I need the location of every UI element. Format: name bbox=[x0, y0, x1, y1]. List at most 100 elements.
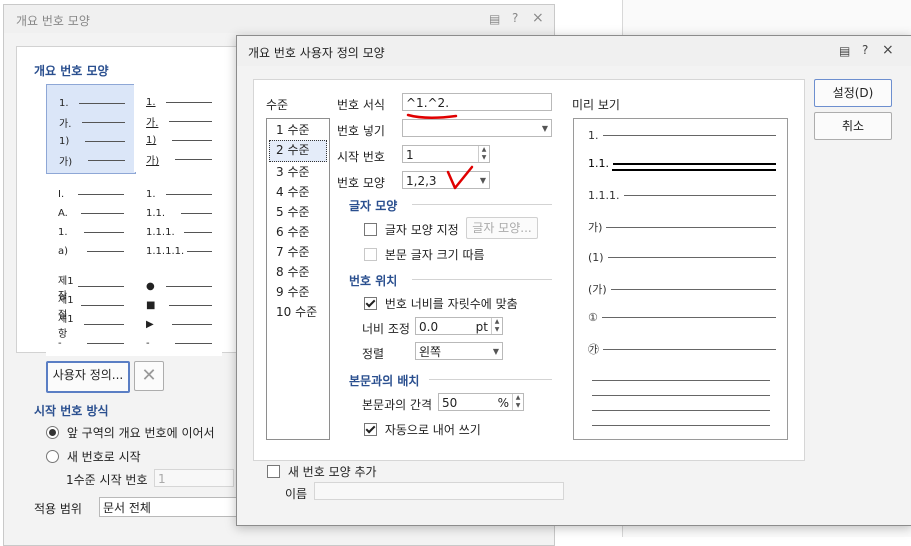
preset-1[interactable]: 1. 가. 1) 가) bbox=[46, 84, 136, 174]
preset-3[interactable]: I. A. 1. a) bbox=[46, 176, 134, 264]
preset-line bbox=[166, 286, 212, 287]
preview-line bbox=[592, 425, 770, 426]
preset-row: a) bbox=[58, 245, 124, 258]
level1-start-label: 1수준 시작 번호 bbox=[66, 473, 148, 487]
number-insert-select[interactable]: ▼ bbox=[402, 119, 552, 137]
char-shape-button[interactable]: 글자 모양... bbox=[466, 217, 538, 239]
preview-line bbox=[603, 348, 776, 350]
spinner-icon[interactable]: ▲ ▼ bbox=[512, 394, 523, 410]
parent-menu-icon[interactable]: ▤ bbox=[489, 12, 500, 26]
dialog-close-icon[interactable]: × bbox=[882, 42, 894, 58]
preset-row-label: 1. bbox=[146, 97, 156, 108]
name-input[interactable] bbox=[314, 482, 564, 500]
apply-range-label: 적용 범위 bbox=[34, 502, 82, 516]
preset-2[interactable]: 1. 가. 1) 가) bbox=[134, 84, 222, 172]
chevron-down-icon: ▼ bbox=[541, 124, 548, 133]
cancel-button[interactable]: 취소 bbox=[814, 112, 892, 140]
ok-button[interactable]: 설정(D) bbox=[814, 79, 892, 107]
preset-row: 1.1.1. bbox=[146, 226, 212, 239]
level-item[interactable]: 7 수준 bbox=[267, 242, 329, 262]
level-item[interactable]: 4 수준 bbox=[267, 182, 329, 202]
preset-section-title: 개요 번호 모양 bbox=[34, 64, 109, 78]
apply-range-value: 문서 전체 bbox=[103, 501, 151, 515]
preview-row-label: (1) bbox=[588, 251, 604, 264]
delete-icon[interactable]: ✕ bbox=[134, 361, 164, 391]
preview-line bbox=[592, 395, 770, 396]
preview-row: 1.1. bbox=[588, 157, 776, 171]
char-shape-checkbox[interactable] bbox=[364, 223, 377, 236]
level-item[interactable]: 5 수준 bbox=[267, 202, 329, 222]
preview-row-label: ㉮ bbox=[588, 343, 599, 356]
custom-define-button[interactable]: 사용자 정의... bbox=[46, 361, 130, 393]
level-list[interactable]: 1 수준 2 수준 3 수준 4 수준 5 수준 6 수준 7 수준 8 수준 9 수준 10 수… bbox=[266, 118, 330, 440]
preset-line bbox=[82, 122, 125, 123]
preset-line bbox=[79, 103, 125, 104]
preset-row: 가) bbox=[59, 154, 125, 168]
level-item[interactable]: 9 수준 bbox=[267, 282, 329, 302]
spinner-icon[interactable]: ▲ ▼ bbox=[491, 318, 502, 334]
width-adjust-input[interactable]: 0.0 pt ▲ ▼ bbox=[415, 317, 503, 335]
preset-line bbox=[175, 159, 212, 160]
add-new-shape-check[interactable]: 새 번호 모양 추가 bbox=[267, 463, 377, 480]
preview-row-label: 1. bbox=[588, 129, 599, 142]
preview-line bbox=[613, 162, 776, 165]
parent-help-icon[interactable]: ? bbox=[512, 11, 518, 25]
dialog-menu-icon[interactable]: ▤ bbox=[839, 44, 850, 58]
radio-continue[interactable]: 앞 구역의 개요 번호에 이어서 bbox=[46, 424, 215, 441]
align-label: 정렬 bbox=[362, 347, 385, 361]
number-shape-value: 1,2,3 bbox=[406, 174, 437, 188]
preset-row-label: 가) bbox=[146, 156, 160, 167]
spinner-icon[interactable]: ▲ ▼ bbox=[478, 146, 489, 162]
preset-row-label: A. bbox=[58, 208, 68, 219]
radio-new[interactable]: 새 번호로 시작 bbox=[46, 448, 141, 465]
dialog-titlebar: 개요 번호 사용자 정의 모양 ▤ ? × bbox=[237, 36, 911, 66]
char-shape-check[interactable]: 글자 모양 지정 bbox=[364, 221, 459, 238]
preset-line bbox=[84, 324, 124, 325]
preview-title: 미리 보기 bbox=[572, 98, 620, 112]
auto-hanging-checkbox[interactable] bbox=[364, 423, 377, 436]
radio-new-icon[interactable] bbox=[46, 450, 59, 463]
level-item[interactable]: 1 수준 bbox=[267, 120, 329, 140]
level-items: 1 수준 2 수준 3 수준 4 수준 5 수준 6 수준 7 수준 8 수준 9 수준 10 수… bbox=[267, 119, 329, 322]
dialog-help-icon[interactable]: ? bbox=[862, 43, 868, 57]
level-item[interactable]: 2 수준 bbox=[269, 140, 327, 162]
auto-hanging-check[interactable]: 자동으로 내어 쓰기 bbox=[364, 421, 481, 438]
preset-row: I. bbox=[58, 188, 124, 201]
preset-5[interactable]: 제1장 제1절 제1항 - bbox=[46, 268, 134, 356]
apply-range-select[interactable]: 문서 전체 bbox=[99, 497, 239, 517]
level-item[interactable]: 3 수준 bbox=[267, 162, 329, 182]
preset-line bbox=[166, 102, 212, 103]
start-mode-title: 시작 번호 방식 bbox=[34, 404, 109, 418]
preview-row: (1) bbox=[588, 251, 776, 264]
divider bbox=[412, 279, 552, 280]
preview-line bbox=[606, 226, 776, 228]
level-item[interactable]: 6 수준 bbox=[267, 222, 329, 242]
number-format-input[interactable]: ^1.^2. bbox=[402, 93, 552, 111]
preset-row-label: 가. bbox=[146, 118, 159, 129]
preset-4[interactable]: 1. 1.1. 1.1.1. 1.1.1.1. bbox=[134, 176, 222, 264]
follow-body-size-checkbox[interactable] bbox=[364, 248, 377, 261]
radio-continue-label: 앞 구역의 개요 번호에 이어서 bbox=[66, 426, 215, 440]
body-gap-input[interactable]: 50 % ▲ ▼ bbox=[438, 393, 524, 411]
name-label: 이름 bbox=[285, 487, 308, 501]
level-item[interactable]: 10 수준 bbox=[267, 302, 329, 322]
add-new-shape-checkbox[interactable] bbox=[267, 465, 280, 478]
preset-row: 1) bbox=[59, 135, 125, 148]
auto-width-checkbox[interactable] bbox=[364, 297, 377, 310]
preview-row: (가) bbox=[588, 281, 776, 297]
start-number-input[interactable]: 1 ▲ ▼ bbox=[402, 145, 490, 163]
parent-close-icon[interactable]: × bbox=[532, 10, 544, 26]
follow-body-size[interactable]: 본문 글자 크기 따름 bbox=[364, 246, 485, 263]
chevron-down-icon: ▼ bbox=[479, 176, 486, 185]
level1-start-input[interactable]: 1 bbox=[154, 469, 234, 487]
preset-row: - bbox=[146, 337, 212, 350]
preset-6[interactable]: ● ■ ▶ - bbox=[134, 268, 222, 356]
radio-continue-icon[interactable] bbox=[46, 426, 59, 439]
auto-width-check[interactable]: 번호 너비를 자릿수에 맞춤 bbox=[364, 295, 518, 312]
align-select[interactable]: 왼쪽 ▼ bbox=[415, 342, 503, 360]
preview-line bbox=[610, 288, 776, 290]
preset-line bbox=[181, 213, 212, 214]
preset-line bbox=[184, 232, 212, 233]
level-item[interactable]: 8 수준 bbox=[267, 262, 329, 282]
level1-start-value: 1 bbox=[158, 472, 166, 486]
